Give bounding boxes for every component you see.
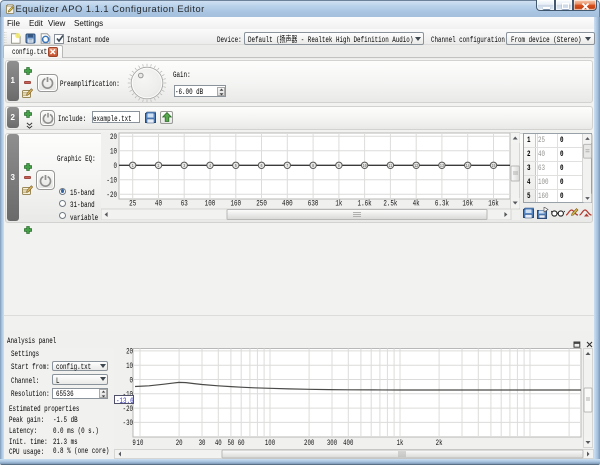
svg-text:2k: 2k bbox=[436, 439, 443, 448]
svg-text:63: 63 bbox=[181, 200, 188, 209]
svg-text:400: 400 bbox=[282, 200, 293, 209]
svg-text:20: 20 bbox=[176, 439, 183, 448]
svg-text:100: 100 bbox=[205, 200, 216, 209]
svg-text:60: 60 bbox=[238, 439, 245, 448]
svg-text:160: 160 bbox=[230, 200, 241, 209]
svg-text:50: 50 bbox=[227, 439, 234, 448]
svg-text:250: 250 bbox=[256, 200, 267, 209]
svg-text:10: 10 bbox=[137, 439, 144, 448]
svg-text:300: 300 bbox=[327, 439, 337, 448]
svg-text:200: 200 bbox=[304, 439, 314, 448]
svg-text:20: 20 bbox=[126, 348, 133, 357]
svg-text:6.3k: 6.3k bbox=[435, 200, 449, 209]
svg-text:9: 9 bbox=[132, 439, 135, 448]
svg-text:1k: 1k bbox=[335, 200, 342, 209]
svg-text:1.6k: 1.6k bbox=[358, 200, 372, 209]
svg-text:-20: -20 bbox=[106, 191, 117, 200]
svg-text:13: 13 bbox=[440, 165, 445, 170]
svg-text:10: 10 bbox=[110, 148, 117, 157]
svg-text:25: 25 bbox=[129, 200, 136, 209]
svg-text:630: 630 bbox=[308, 200, 319, 209]
svg-text:2.5k: 2.5k bbox=[383, 200, 397, 209]
svg-text:-20: -20 bbox=[123, 405, 133, 414]
svg-text:12: 12 bbox=[414, 165, 419, 170]
svg-text:16k: 16k bbox=[488, 200, 499, 209]
svg-text:0: 0 bbox=[130, 376, 133, 385]
svg-text:15: 15 bbox=[491, 165, 496, 170]
svg-text:0: 0 bbox=[113, 162, 117, 171]
svg-text:11: 11 bbox=[388, 165, 393, 170]
svg-text:30: 30 bbox=[199, 439, 206, 448]
svg-text:-10: -10 bbox=[106, 177, 117, 186]
svg-text:10: 10 bbox=[126, 362, 133, 371]
svg-text:40: 40 bbox=[215, 439, 222, 448]
svg-text:100: 100 bbox=[265, 439, 275, 448]
svg-text:1k: 1k bbox=[397, 439, 404, 448]
svg-text:14: 14 bbox=[466, 165, 471, 170]
svg-text:-30: -30 bbox=[123, 419, 133, 428]
svg-text:40: 40 bbox=[155, 200, 162, 209]
svg-text:4k: 4k bbox=[413, 200, 420, 209]
svg-text:10k: 10k bbox=[462, 200, 473, 209]
svg-text:10: 10 bbox=[363, 165, 368, 170]
svg-text:400: 400 bbox=[343, 439, 353, 448]
svg-text:20: 20 bbox=[110, 133, 117, 142]
